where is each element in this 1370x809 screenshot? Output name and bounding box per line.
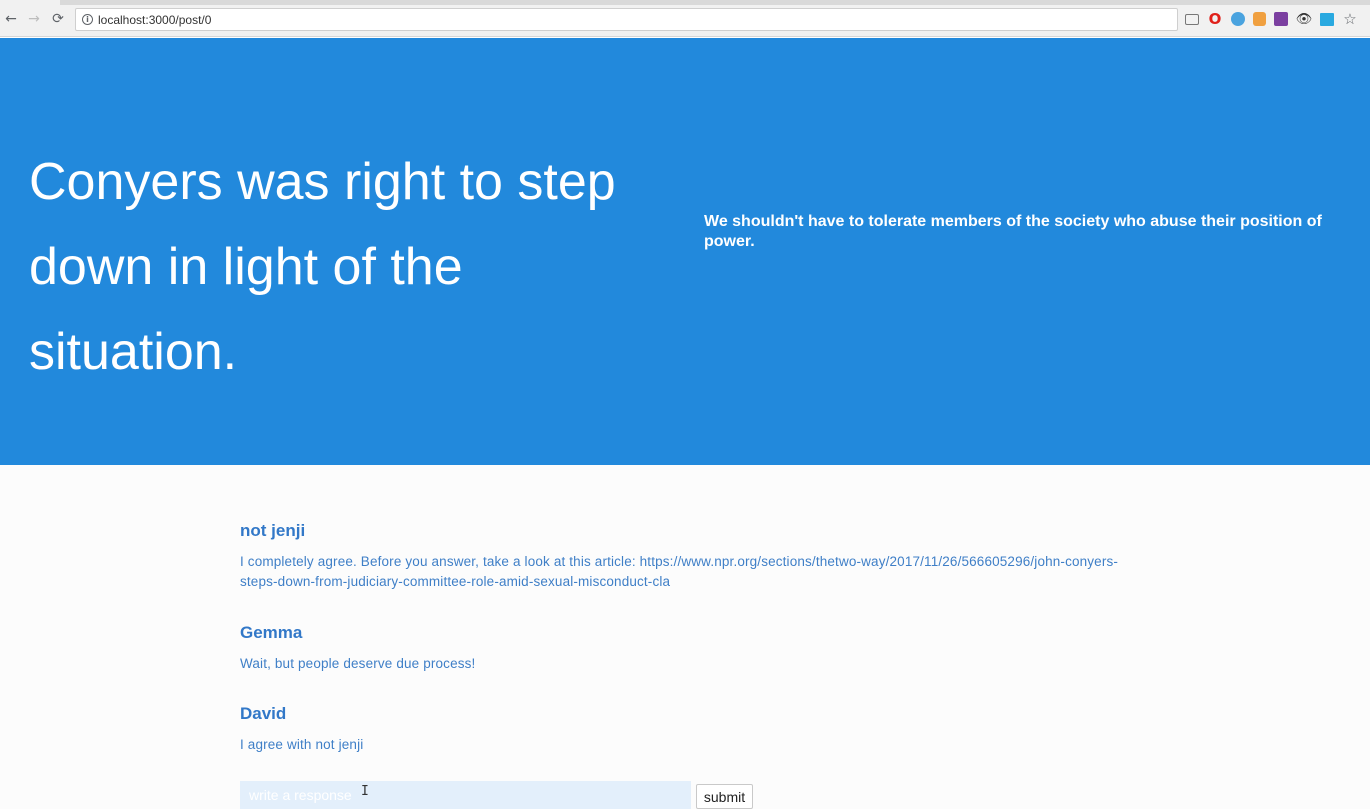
comment-body: Wait, but people deserve due process! (240, 656, 476, 671)
comment-body: I completely agree. Before you answer, t… (240, 554, 1119, 589)
browser-toolbar: ← → ⟳ i localhost:3000/post/0 O 👁 ☆ (0, 0, 1370, 37)
post-hero: Conyers was right to step down in light … (0, 38, 1370, 465)
reload-icon[interactable]: ⟳ (49, 10, 67, 28)
tab-strip (0, 0, 1370, 5)
opera-icon[interactable]: O (1207, 10, 1223, 28)
comment-author: Gemma (240, 623, 303, 642)
comment-author: David (240, 704, 287, 723)
browser-tab[interactable] (0, 0, 60, 5)
purple-extension-icon[interactable] (1274, 12, 1288, 26)
extensions-bar: O 👁 ☆ (1185, 10, 1358, 28)
orange-extension-icon[interactable] (1253, 12, 1266, 26)
comment-body: I agree with not jenji (240, 737, 364, 752)
back-icon[interactable]: ← (2, 10, 20, 28)
site-info-icon[interactable]: i (82, 14, 93, 25)
submit-button[interactable]: submit (696, 784, 753, 809)
comment-item: Gemma Wait, but people deserve due proce… (240, 622, 1140, 674)
comment-item: not jenji I completely agree. Before you… (240, 520, 1140, 592)
post-title: Conyers was right to step down in light … (29, 153, 616, 381)
forward-icon[interactable]: → (25, 10, 43, 28)
cast-icon[interactable] (1185, 13, 1199, 25)
comment-author: not jenji (240, 521, 306, 540)
bookmark-star-icon[interactable]: ☆ (1342, 10, 1358, 28)
response-input[interactable] (240, 781, 691, 809)
url-text[interactable]: localhost:3000/post/0 (98, 13, 211, 27)
address-bar[interactable]: i localhost:3000/post/0 (75, 8, 1178, 31)
blue-extension-icon[interactable] (1231, 12, 1245, 26)
grid-extension-icon[interactable] (1320, 12, 1334, 26)
comment-item: David I agree with not jenji (240, 703, 1140, 755)
text-cursor-icon: I (361, 784, 369, 799)
post-description: We shouldn't have to tolerate members of… (704, 213, 1322, 250)
eye-icon[interactable]: 👁 (1296, 11, 1313, 27)
